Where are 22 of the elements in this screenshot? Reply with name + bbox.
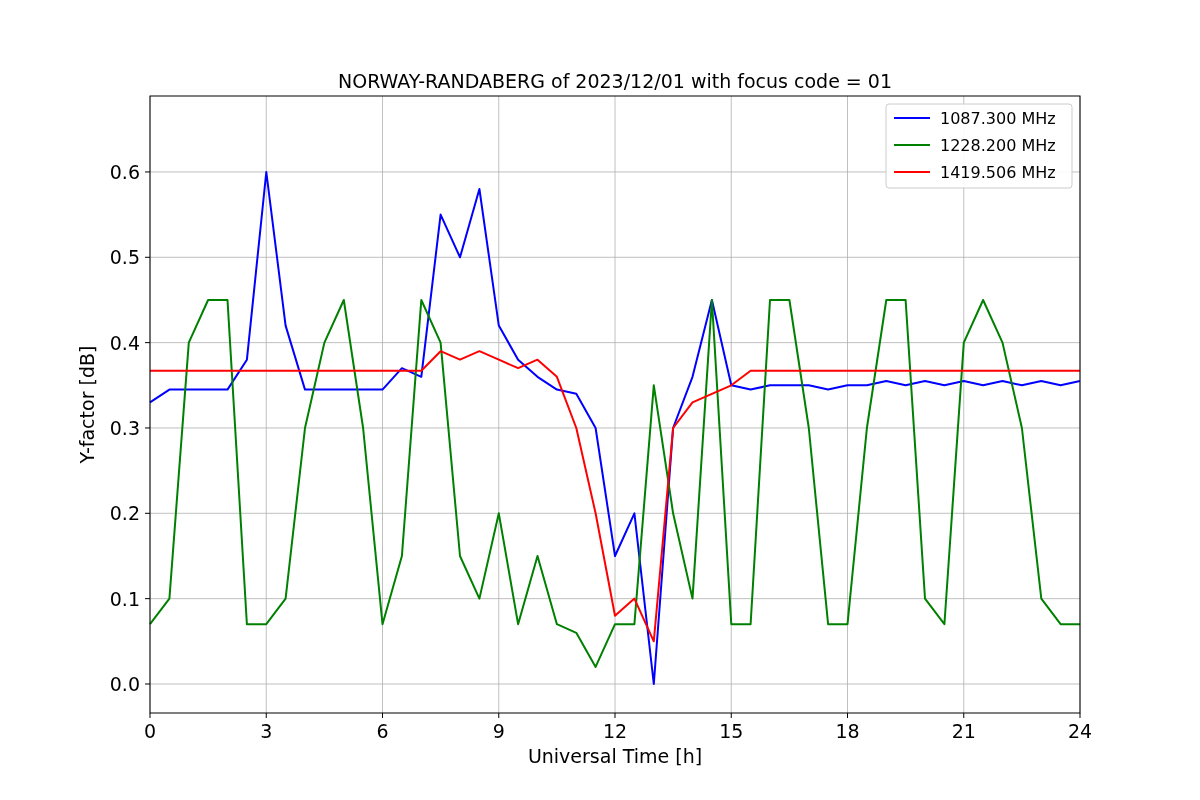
x-tick-label: 21 — [951, 720, 976, 742]
x-tick-label: 18 — [835, 720, 860, 742]
x-tick-label: 24 — [1067, 720, 1093, 742]
x-tick-label: 15 — [719, 720, 744, 742]
y-tick-label: 0.6 — [109, 160, 140, 183]
y-tick-label: 0.2 — [109, 502, 140, 525]
y-tick-label: 0.1 — [109, 587, 140, 610]
x-tick-label: 3 — [260, 720, 273, 742]
x-tick-label: 9 — [492, 720, 505, 742]
legend-label: 1228.200 MHz — [940, 136, 1056, 155]
chart-title: NORWAY-RANDABERG of 2023/12/01 with focus code = 01 — [338, 70, 892, 92]
x-tick-label: 6 — [376, 720, 389, 742]
legend-label: 1087.300 MHz — [940, 109, 1056, 128]
y-axis-label: Y-factor [dB] — [76, 345, 98, 464]
y-tick-label: 0.0 — [109, 673, 140, 695]
x-tick-label: 0 — [143, 720, 157, 742]
x-tick-label: 12 — [602, 720, 628, 742]
x-axis-label: Universal Time [h] — [527, 745, 703, 767]
legend-label: 1419.506 MHz — [940, 163, 1056, 182]
y-tick-label: 0.4 — [109, 331, 140, 354]
y-tick-label: 0.5 — [109, 246, 140, 269]
y-tick-label: 0.3 — [109, 416, 140, 439]
